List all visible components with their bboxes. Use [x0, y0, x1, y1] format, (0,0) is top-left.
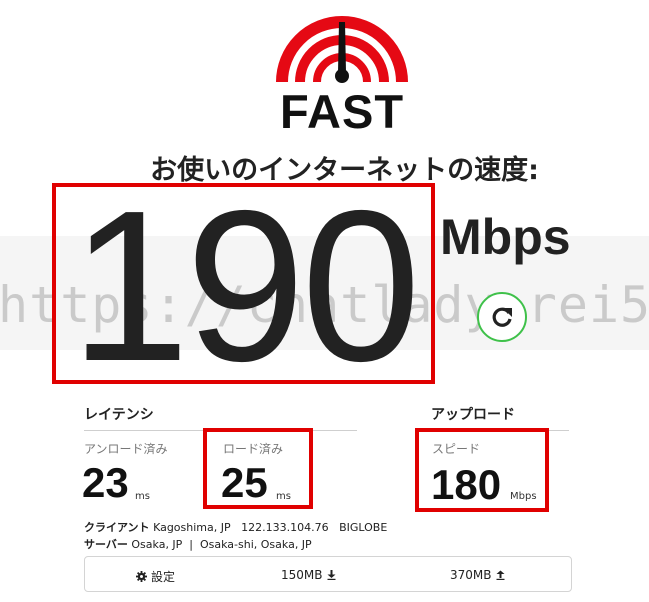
loaded-latency-value: 25 [221, 459, 268, 506]
loaded-latency-unit: ms [276, 491, 291, 502]
download-speed-unit: Mbps [440, 209, 571, 265]
loaded-latency-label: ロード済み [223, 442, 284, 456]
fast-logo-text: FAST [279, 85, 405, 138]
latency-title: レイテンシ [84, 407, 154, 423]
upload-speed-value: 180 [431, 461, 502, 508]
unloaded-latency-label: アンロード済み [84, 442, 168, 456]
upload-size-item: 370MB [450, 568, 505, 582]
unloaded-latency-value: 23 [82, 459, 129, 506]
client-value: Kagoshima, JP 122.133.104.76 BIGLOBE [153, 521, 388, 534]
server-info: サーバー Osaka, JP | Osaka-shi, Osaka, JP [84, 536, 312, 552]
server-label: サーバー [84, 538, 128, 551]
download-size-item: 150MB [281, 568, 336, 582]
download-size-value: 150MB [281, 568, 323, 582]
server-value: Osaka, JP | Osaka-shi, Osaka, JP [131, 538, 312, 551]
gear-icon [136, 571, 147, 582]
settings-button[interactable]: 設定 [136, 568, 175, 585]
settings-label: 設定 [151, 570, 176, 584]
refresh-button[interactable] [477, 292, 527, 342]
upload-speed-unit: Mbps [510, 491, 537, 502]
upload-size-value: 370MB [450, 568, 492, 582]
unloaded-latency-unit: ms [135, 491, 150, 502]
client-info: クライアント Kagoshima, JP 122.133.104.76 BIGL… [84, 519, 387, 535]
download-speed-value: 190 [70, 165, 421, 406]
client-label: クライアント [84, 521, 150, 534]
refresh-icon [492, 307, 512, 327]
upload-speed-label: スピード [432, 442, 481, 456]
upload-arrow-icon [496, 570, 504, 580]
upload-title: アップロード [431, 407, 515, 423]
download-arrow-icon [327, 570, 335, 580]
